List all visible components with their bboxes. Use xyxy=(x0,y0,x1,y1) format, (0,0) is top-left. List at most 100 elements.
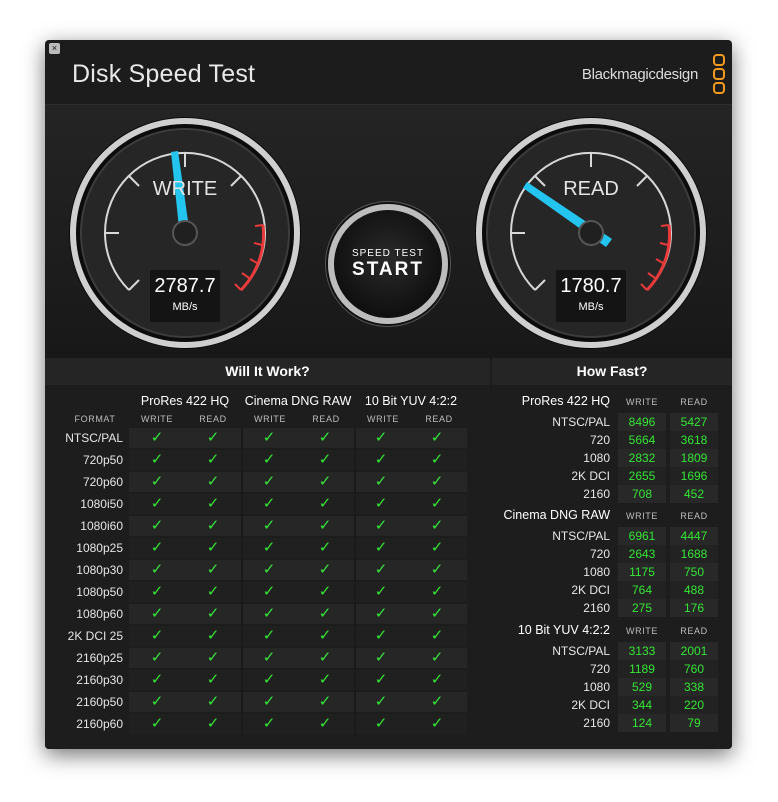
check-icon: ✓ xyxy=(318,671,332,688)
how-fast-read-value: 488 xyxy=(670,581,718,599)
how-fast-read-value: 4447 xyxy=(670,527,718,545)
check-icon: ✓ xyxy=(318,561,332,578)
check-icon: ✓ xyxy=(150,517,164,534)
how-fast-sub-header: WRITE xyxy=(626,626,658,636)
how-fast-sub-header: READ xyxy=(680,511,708,521)
check-icon: ✓ xyxy=(206,517,220,534)
how-fast-row-label: 2160 xyxy=(583,487,610,501)
format-label: 720p60 xyxy=(82,475,123,489)
check-icon: ✓ xyxy=(150,561,164,578)
read-speed-unit: MB/s xyxy=(578,301,604,313)
how-fast-write-value: 2832 xyxy=(618,449,666,467)
how-fast-row-label: 2160 xyxy=(583,716,610,730)
format-label: NTSC/PAL xyxy=(65,431,123,445)
check-icon: ✓ xyxy=(262,473,276,490)
how-fast-title: How Fast? xyxy=(492,358,732,385)
format-label: 1080i60 xyxy=(80,519,123,533)
format-label: 720p50 xyxy=(82,453,123,467)
check-icon: ✓ xyxy=(206,627,220,644)
check-icon: ✓ xyxy=(206,671,220,688)
speed-test-start-button[interactable]: SPEED TEST START xyxy=(328,204,448,324)
format-label: 1080p60 xyxy=(76,607,123,621)
how-fast-write-value: 1189 xyxy=(618,660,666,678)
format-label: 2160p30 xyxy=(76,673,123,687)
how-fast-row-label: 720 xyxy=(589,547,610,561)
check-icon: ✓ xyxy=(206,649,220,666)
check-icon: ✓ xyxy=(430,671,444,688)
how-fast-write-value: 708 xyxy=(618,485,666,503)
start-button-line2: START xyxy=(352,259,424,280)
check-icon: ✓ xyxy=(150,693,164,710)
check-icon: ✓ xyxy=(150,649,164,666)
format-label: 1080p25 xyxy=(76,541,123,555)
check-icon: ✓ xyxy=(374,605,388,622)
check-icon: ✓ xyxy=(318,715,332,732)
how-fast-sub-header: READ xyxy=(680,397,708,407)
will-sub-header: READ xyxy=(199,414,227,424)
check-icon: ✓ xyxy=(374,627,388,644)
check-icon: ✓ xyxy=(374,583,388,600)
how-fast-read-value: 79 xyxy=(670,714,718,732)
write-speed-value: 2787.7 xyxy=(154,275,216,297)
will-group-title: 10 Bit YUV 4:2:2 xyxy=(364,394,458,408)
check-icon: ✓ xyxy=(430,649,444,666)
how-fast-group-title: 10 Bit YUV 4:2:2 xyxy=(517,623,610,637)
how-fast-read-value: 452 xyxy=(670,485,718,503)
check-icon: ✓ xyxy=(262,583,276,600)
check-icon: ✓ xyxy=(150,627,164,644)
check-icon: ✓ xyxy=(430,473,444,490)
how-fast-row-label: NTSC/PAL xyxy=(552,644,610,658)
will-sub-header: READ xyxy=(312,414,340,424)
will-sub-header: WRITE xyxy=(367,414,399,424)
check-icon: ✓ xyxy=(206,605,220,622)
how-fast-write-value: 2655 xyxy=(618,467,666,485)
how-fast-read-value: 2001 xyxy=(670,642,718,660)
how-fast-read-value: 5427 xyxy=(670,413,718,431)
how-fast-write-value: 2643 xyxy=(618,545,666,563)
check-icon: ✓ xyxy=(206,451,220,468)
check-icon: ✓ xyxy=(374,495,388,512)
write-gauge: WRITE 2787.7 MB/s xyxy=(67,115,303,351)
how-fast-panel: How Fast? ProRes 422 HQ WRITE READ NTSC/PAL… xyxy=(492,358,732,749)
format-label: 1080i50 xyxy=(80,497,123,511)
check-icon: ✓ xyxy=(374,539,388,556)
check-icon: ✓ xyxy=(206,583,220,600)
check-icon: ✓ xyxy=(430,495,444,512)
how-fast-write-value: 344 xyxy=(618,696,666,714)
window-title: Disk Speed Test xyxy=(72,60,256,88)
check-icon: ✓ xyxy=(262,715,276,732)
format-label: 2160p60 xyxy=(76,717,123,731)
check-icon: ✓ xyxy=(262,451,276,468)
how-fast-read-value: 3618 xyxy=(670,431,718,449)
check-icon: ✓ xyxy=(262,561,276,578)
how-fast-row-label: 720 xyxy=(589,433,610,447)
check-icon: ✓ xyxy=(206,715,220,732)
check-icon: ✓ xyxy=(262,693,276,710)
how-fast-row-label: 2K DCI xyxy=(571,583,610,597)
how-fast-row-label: NTSC/PAL xyxy=(552,529,610,543)
check-icon: ✓ xyxy=(150,429,164,446)
check-icon: ✓ xyxy=(206,473,220,490)
will-group-title: ProRes 422 HQ xyxy=(140,394,230,408)
how-fast-write-value: 275 xyxy=(618,599,666,617)
check-icon: ✓ xyxy=(374,671,388,688)
start-button-line1: SPEED TEST xyxy=(351,248,425,259)
group-divider xyxy=(241,428,243,736)
how-fast-read-value: 760 xyxy=(670,660,718,678)
check-icon: ✓ xyxy=(430,627,444,644)
check-icon: ✓ xyxy=(150,473,164,490)
how-fast-row-label: 1080 xyxy=(583,680,610,694)
check-icon: ✓ xyxy=(318,649,332,666)
how-fast-row-label: 1080 xyxy=(583,451,610,465)
how-fast-row-label: 720 xyxy=(589,662,610,676)
how-fast-read-value: 176 xyxy=(670,599,718,617)
check-icon: ✓ xyxy=(430,693,444,710)
write-speed-readout: 2787.7 MB/s xyxy=(150,270,220,322)
check-icon: ✓ xyxy=(262,517,276,534)
read-speed-value: 1780.7 xyxy=(560,275,622,297)
check-icon: ✓ xyxy=(318,693,332,710)
check-icon: ✓ xyxy=(150,583,164,600)
how-fast-sub-header: WRITE xyxy=(626,397,658,407)
close-icon[interactable]: × xyxy=(49,43,60,54)
brand-name: Blackmagicdesign xyxy=(581,66,698,83)
